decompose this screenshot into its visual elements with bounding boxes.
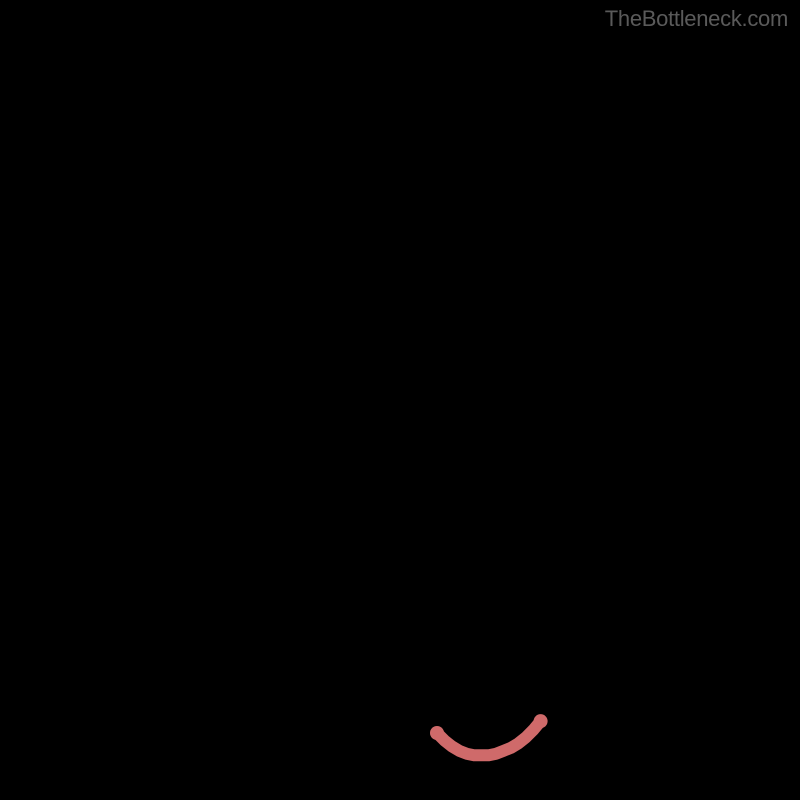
watermark-text: TheBottleneck.com (605, 6, 788, 32)
optimal-zone-endpoint (534, 714, 548, 728)
optimal-zone-endpoint (430, 726, 444, 740)
chart-svg (0, 0, 800, 800)
bottleneck-chart: TheBottleneck.com (0, 0, 800, 800)
